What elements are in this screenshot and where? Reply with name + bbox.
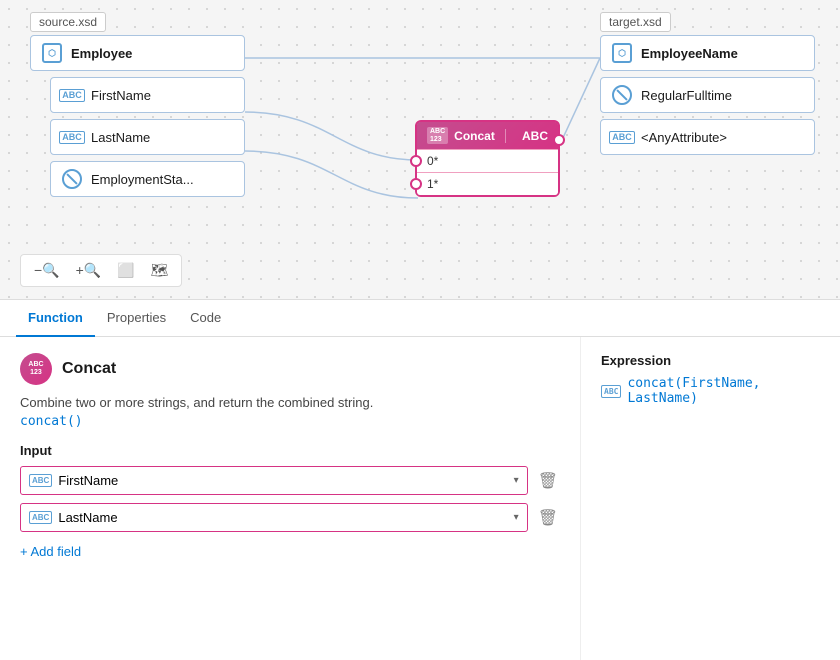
input-dropdown-0[interactable]: ABC FirstName ▾ (20, 466, 528, 495)
banned-icon-employment (61, 168, 83, 190)
regularfulltime-label: RegularFulltime (641, 88, 732, 103)
concat-header-icon: ABC123 (427, 127, 448, 144)
right-content: Expression ABC concat(FirstName, LastNam… (580, 337, 840, 660)
expression-text: concat(FirstName, LastName) (627, 376, 820, 406)
source-panel: ⬡ Employee ABC FirstName ABC LastName (30, 35, 245, 203)
child-nodes: ABC FirstName ABC LastName EmploymentSta… (50, 77, 245, 197)
cube-icon: ⬡ (41, 42, 63, 64)
concat-title: Concat (454, 129, 495, 143)
concat-node[interactable]: ABC123 Concat ABC 0* 1* (415, 120, 560, 197)
left-content: ABC123 Concat Combine two or more string… (0, 337, 580, 660)
employee-label: Employee (71, 46, 132, 61)
tab-properties[interactable]: Properties (95, 300, 178, 337)
add-field-button[interactable]: + Add field (20, 540, 81, 563)
employeename-label: EmployeeName (641, 46, 738, 61)
input-label: Input (20, 443, 560, 458)
employmentstatus-label: EmploymentSta... (91, 172, 194, 187)
input-dot-1 (410, 178, 422, 190)
input-dropdown-inner-0: ABC FirstName (29, 473, 118, 488)
abc-icon-any: ABC (611, 126, 633, 148)
concat-abc-label: ABC (522, 129, 548, 143)
firstname-label: FirstName (91, 88, 151, 103)
employeename-node[interactable]: ⬡ EmployeeName (600, 35, 815, 71)
regularfulltime-node[interactable]: RegularFulltime (600, 77, 815, 113)
expression-label: Expression (601, 353, 820, 368)
input-row-0: ABC FirstName ▾ 🗑 (20, 466, 560, 495)
tab-code[interactable]: Code (178, 300, 233, 337)
chevron-down-icon-1: ▾ (514, 512, 519, 523)
banned-icon-regular (611, 84, 633, 106)
function-name: Concat (62, 360, 116, 378)
canvas-area: source.xsd target.xsd ⬡ Employee ABC Fir… (0, 0, 840, 300)
expression-abc-icon: ABC (601, 385, 621, 398)
source-label: source.xsd (30, 12, 106, 32)
input-value-0: FirstName (58, 473, 118, 488)
input-dot-0 (410, 155, 422, 167)
map-button[interactable]: 🗺 (146, 259, 174, 282)
function-code: concat() (20, 414, 560, 429)
cube-icon-target: ⬡ (611, 42, 633, 64)
firstname-node[interactable]: ABC FirstName (50, 77, 245, 113)
panel-content: ABC123 Concat Combine two or more string… (0, 337, 840, 660)
input-abc-tag-1: ABC (29, 511, 52, 524)
concat-input-1[interactable]: 1* (417, 172, 558, 195)
input-abc-tag-0: ABC (29, 474, 52, 487)
tabs-bar: Function Properties Code (0, 300, 840, 337)
employmentstatus-node[interactable]: EmploymentSta... (50, 161, 245, 197)
delete-input-0-button[interactable]: 🗑 (536, 469, 560, 493)
function-title: ABC123 Concat (20, 353, 560, 385)
tab-function[interactable]: Function (16, 300, 95, 337)
input-value-1: LastName (58, 510, 117, 525)
expression-value: ABC concat(FirstName, LastName) (601, 376, 820, 406)
input-dropdown-1[interactable]: ABC LastName ▾ (20, 503, 528, 532)
concat-header: ABC123 Concat ABC (417, 122, 558, 149)
employee-node[interactable]: ⬡ Employee (30, 35, 245, 71)
lastname-label: LastName (91, 130, 150, 145)
delete-input-1-button[interactable]: 🗑 (536, 506, 560, 530)
canvas-toolbar: −🔍 +🔍 ⬜ 🗺 (20, 254, 182, 287)
zoom-out-button[interactable]: −🔍 (29, 259, 65, 282)
abc-icon-firstname: ABC (61, 84, 83, 106)
lastname-node[interactable]: ABC LastName (50, 119, 245, 155)
anyattribute-node[interactable]: ABC <AnyAttribute> (600, 119, 815, 155)
zoom-in-button[interactable]: +🔍 (71, 259, 107, 282)
concat-input-0[interactable]: 0* (417, 149, 558, 172)
abc-icon-lastname: ABC (61, 126, 83, 148)
concat-output-dot (553, 134, 565, 146)
target-panel: ⬡ EmployeeName RegularFulltime ABC <AnyA… (600, 35, 815, 161)
input-dropdown-inner-1: ABC LastName (29, 510, 118, 525)
bottom-panel: Function Properties Code ABC123 Concat C… (0, 300, 840, 660)
function-description: Combine two or more strings, and return … (20, 395, 560, 410)
fit-button[interactable]: ⬜ (112, 259, 139, 282)
input-row-1: ABC LastName ▾ 🗑 (20, 503, 560, 532)
concat-circle-icon: ABC123 (20, 353, 52, 385)
anyattribute-label: <AnyAttribute> (641, 130, 727, 145)
chevron-down-icon-0: ▾ (514, 475, 519, 486)
add-field-label: + Add field (20, 544, 81, 559)
target-label: target.xsd (600, 12, 671, 32)
